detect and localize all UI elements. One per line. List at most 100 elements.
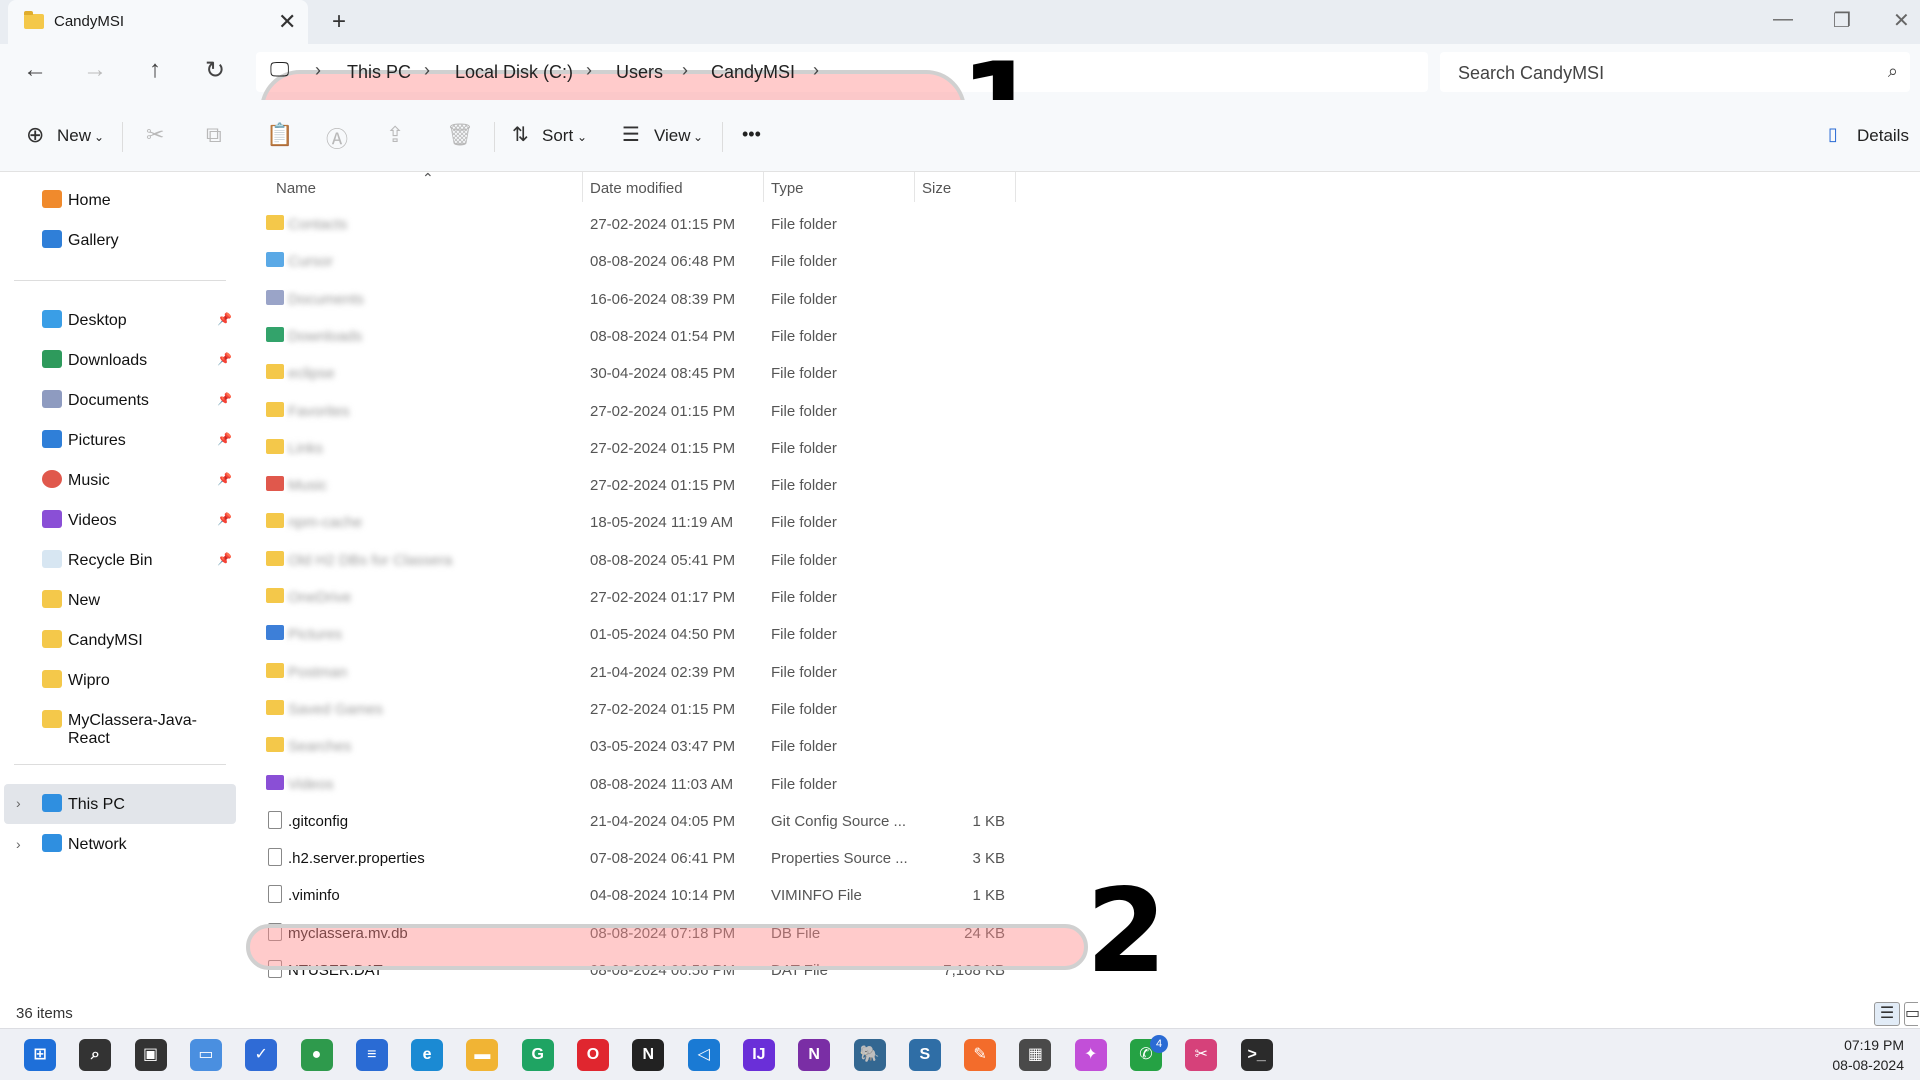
column-header-date[interactable]: Date modified — [590, 180, 683, 197]
chevron-right-icon[interactable]: › — [682, 60, 688, 81]
table-row[interactable]: Saved Games 27-02-2024 01:15 PM File folde… — [242, 691, 1022, 727]
breadcrumb-users[interactable]: Users — [616, 62, 663, 83]
search-input[interactable]: Search CandyMSI ⌕ — [1440, 52, 1910, 92]
column-header-size[interactable]: Size — [922, 180, 951, 197]
sidebar-item-candymsi[interactable]: CandyMSI — [0, 624, 236, 658]
copy-icon[interactable]: ⧉ — [206, 122, 222, 148]
terminal-icon[interactable]: >_ — [1240, 1039, 1273, 1071]
share-icon[interactable]: ⇪ — [386, 122, 404, 148]
sidebar-item-this-pc[interactable]: › This PC — [4, 784, 236, 824]
todo-icon[interactable]: ✓ — [245, 1039, 278, 1071]
new-icon[interactable]: ⊕ — [26, 122, 44, 148]
start-icon[interactable]: ⊞ — [24, 1039, 56, 1071]
restore-button[interactable]: ❐ — [1833, 8, 1851, 33]
search-icon[interactable]: ⌕ — [1888, 61, 1898, 82]
table-row[interactable]: Cursor 08-08-2024 06:48 PM File folder — [242, 243, 1022, 279]
chevron-right-icon[interactable]: › — [424, 60, 430, 81]
notepad-icon[interactable]: ≡ — [355, 1039, 388, 1071]
sidebar-item-music[interactable]: Music 📌 — [0, 464, 236, 498]
sidebar-item-myclassera[interactable]: MyClassera-Java-React — [0, 704, 236, 747]
up-button[interactable]: ↑ — [140, 56, 170, 84]
view-icon[interactable]: ☰ — [622, 122, 640, 147]
table-row[interactable]: Favorites 27-02-2024 01:15 PM File folder — [242, 393, 1022, 429]
breadcrumb-this-pc[interactable]: This PC — [347, 62, 411, 83]
more-options-button[interactable]: ••• — [742, 124, 761, 145]
sort-button[interactable]: Sort — [542, 126, 573, 146]
chrome-icon[interactable]: ● — [300, 1039, 333, 1071]
new-button[interactable]: New — [57, 126, 91, 146]
table-row[interactable]: Documents 16-06-2024 08:39 PM File folder — [242, 281, 1022, 317]
breadcrumb-local-disk[interactable]: Local Disk (C:) — [455, 62, 573, 83]
column-header-type[interactable]: Type — [771, 180, 804, 197]
search-icon[interactable]: ⌕ — [79, 1039, 112, 1071]
sidebar-item-videos[interactable]: Videos 📌 — [0, 504, 236, 538]
table-row[interactable]: Contacts 27-02-2024 01:15 PM File folder — [242, 206, 1022, 242]
rename-icon[interactable]: Ⓐ — [326, 122, 348, 154]
sort-icon[interactable]: ⇅ — [512, 122, 529, 147]
chevron-right-icon[interactable]: › — [586, 60, 592, 81]
close-tab-icon[interactable]: ✕ — [278, 9, 296, 35]
tab-candymsi[interactable]: CandyMSI ✕ — [8, 0, 308, 44]
sidebar-item-network[interactable]: › Network — [0, 828, 236, 862]
table-row[interactable]: Videos 08-08-2024 11:03 AM File folder — [242, 766, 1022, 802]
table-row[interactable]: .gitconfig 21-04-2024 04:05 PM Git Config … — [242, 803, 1022, 839]
close-window-button[interactable]: ✕ — [1893, 8, 1910, 33]
column-separator[interactable] — [914, 172, 915, 202]
edge-icon[interactable]: e — [411, 1039, 444, 1071]
forward-button[interactable]: → — [80, 56, 110, 84]
table-row[interactable]: Downloads 08-08-2024 01:54 PM File folder — [242, 318, 1022, 354]
onenote-icon[interactable]: N — [798, 1039, 831, 1071]
paint-icon[interactable]: ✦ — [1074, 1039, 1107, 1071]
details-view-icon[interactable]: ☰ — [1874, 1002, 1900, 1026]
chevron-down-icon[interactable]: ⌄ — [577, 130, 587, 144]
new-tab-button[interactable]: + — [332, 8, 346, 36]
delete-icon[interactable]: 🗑 — [446, 122, 474, 148]
intellij-icon[interactable]: IJ — [742, 1039, 775, 1071]
calculator-icon[interactable]: ▦ — [1019, 1039, 1052, 1071]
postman-icon[interactable]: ✎ — [964, 1039, 997, 1071]
table-row[interactable]: Postman 21-04-2024 02:39 PM File folder — [242, 654, 1022, 690]
pin-icon[interactable]: 📌 — [217, 432, 232, 446]
paste-icon[interactable]: 📋 — [266, 122, 293, 148]
table-row[interactable]: npm-cache 18-05-2024 11:19 AM File folder — [242, 504, 1022, 540]
pin-icon[interactable]: 📌 — [217, 512, 232, 526]
sidebar-item-gallery[interactable]: Gallery — [0, 224, 236, 258]
chevron-down-icon[interactable]: ⌄ — [693, 130, 703, 144]
sidebar-item-downloads[interactable]: Downloads 📌 — [0, 344, 236, 378]
snipping-tool-icon[interactable]: ✂ — [1185, 1039, 1218, 1071]
table-row[interactable]: OneDrive 27-02-2024 01:17 PM File folder — [242, 579, 1022, 615]
pin-icon[interactable]: 📌 — [217, 472, 232, 486]
sidebar-item-desktop[interactable]: Desktop 📌 — [0, 304, 236, 338]
breadcrumb-candymsi[interactable]: CandyMSI — [711, 62, 795, 83]
pin-icon[interactable]: 📌 — [217, 392, 232, 406]
sidebar-item-documents[interactable]: Documents 📌 — [0, 384, 236, 418]
tiles-view-icon[interactable]: ▭ — [1904, 1002, 1920, 1026]
details-button[interactable]: Details — [1857, 126, 1909, 146]
chrome-alt-icon[interactable]: G — [521, 1039, 554, 1071]
table-row[interactable]: eclipse 30-04-2024 08:45 PM File folder — [242, 355, 1022, 391]
sidebar-item-recycle-bin[interactable]: Recycle Bin 📌 — [0, 544, 236, 578]
table-row[interactable]: .h2.server.properties 07-08-2024 06:41 PM… — [242, 840, 1022, 876]
system-clock[interactable]: 07:19 PM 08-08-2024 — [1832, 1035, 1904, 1075]
chevron-right-icon[interactable]: › — [315, 60, 321, 81]
column-separator[interactable] — [763, 172, 764, 202]
table-row[interactable]: Searches 03-05-2024 03:47 PM File folder — [242, 728, 1022, 764]
column-header-name[interactable]: Name — [276, 180, 316, 197]
task-view-icon[interactable]: ▣ — [134, 1039, 167, 1071]
minimize-button[interactable]: — — [1773, 8, 1793, 31]
sql-icon[interactable]: S — [908, 1039, 941, 1071]
details-pane-icon[interactable]: ▯ — [1828, 124, 1838, 145]
table-row[interactable]: Pictures 01-05-2024 04:50 PM File folder — [242, 616, 1022, 652]
pin-icon[interactable]: 📌 — [217, 312, 232, 326]
widgets-icon[interactable]: ▭ — [189, 1039, 222, 1071]
column-separator[interactable] — [1015, 172, 1016, 202]
sidebar-item-new[interactable]: New — [0, 584, 236, 618]
refresh-button[interactable]: ↻ — [200, 56, 230, 85]
chevron-right-icon[interactable]: › — [813, 60, 819, 81]
pin-icon[interactable]: 📌 — [217, 352, 232, 366]
sidebar-item-home[interactable]: Home — [0, 184, 236, 218]
notion-icon[interactable]: N — [632, 1039, 665, 1071]
file-explorer-icon[interactable]: ▬ — [466, 1039, 499, 1071]
back-button[interactable]: ← — [20, 56, 50, 84]
view-button[interactable]: View — [654, 126, 691, 146]
